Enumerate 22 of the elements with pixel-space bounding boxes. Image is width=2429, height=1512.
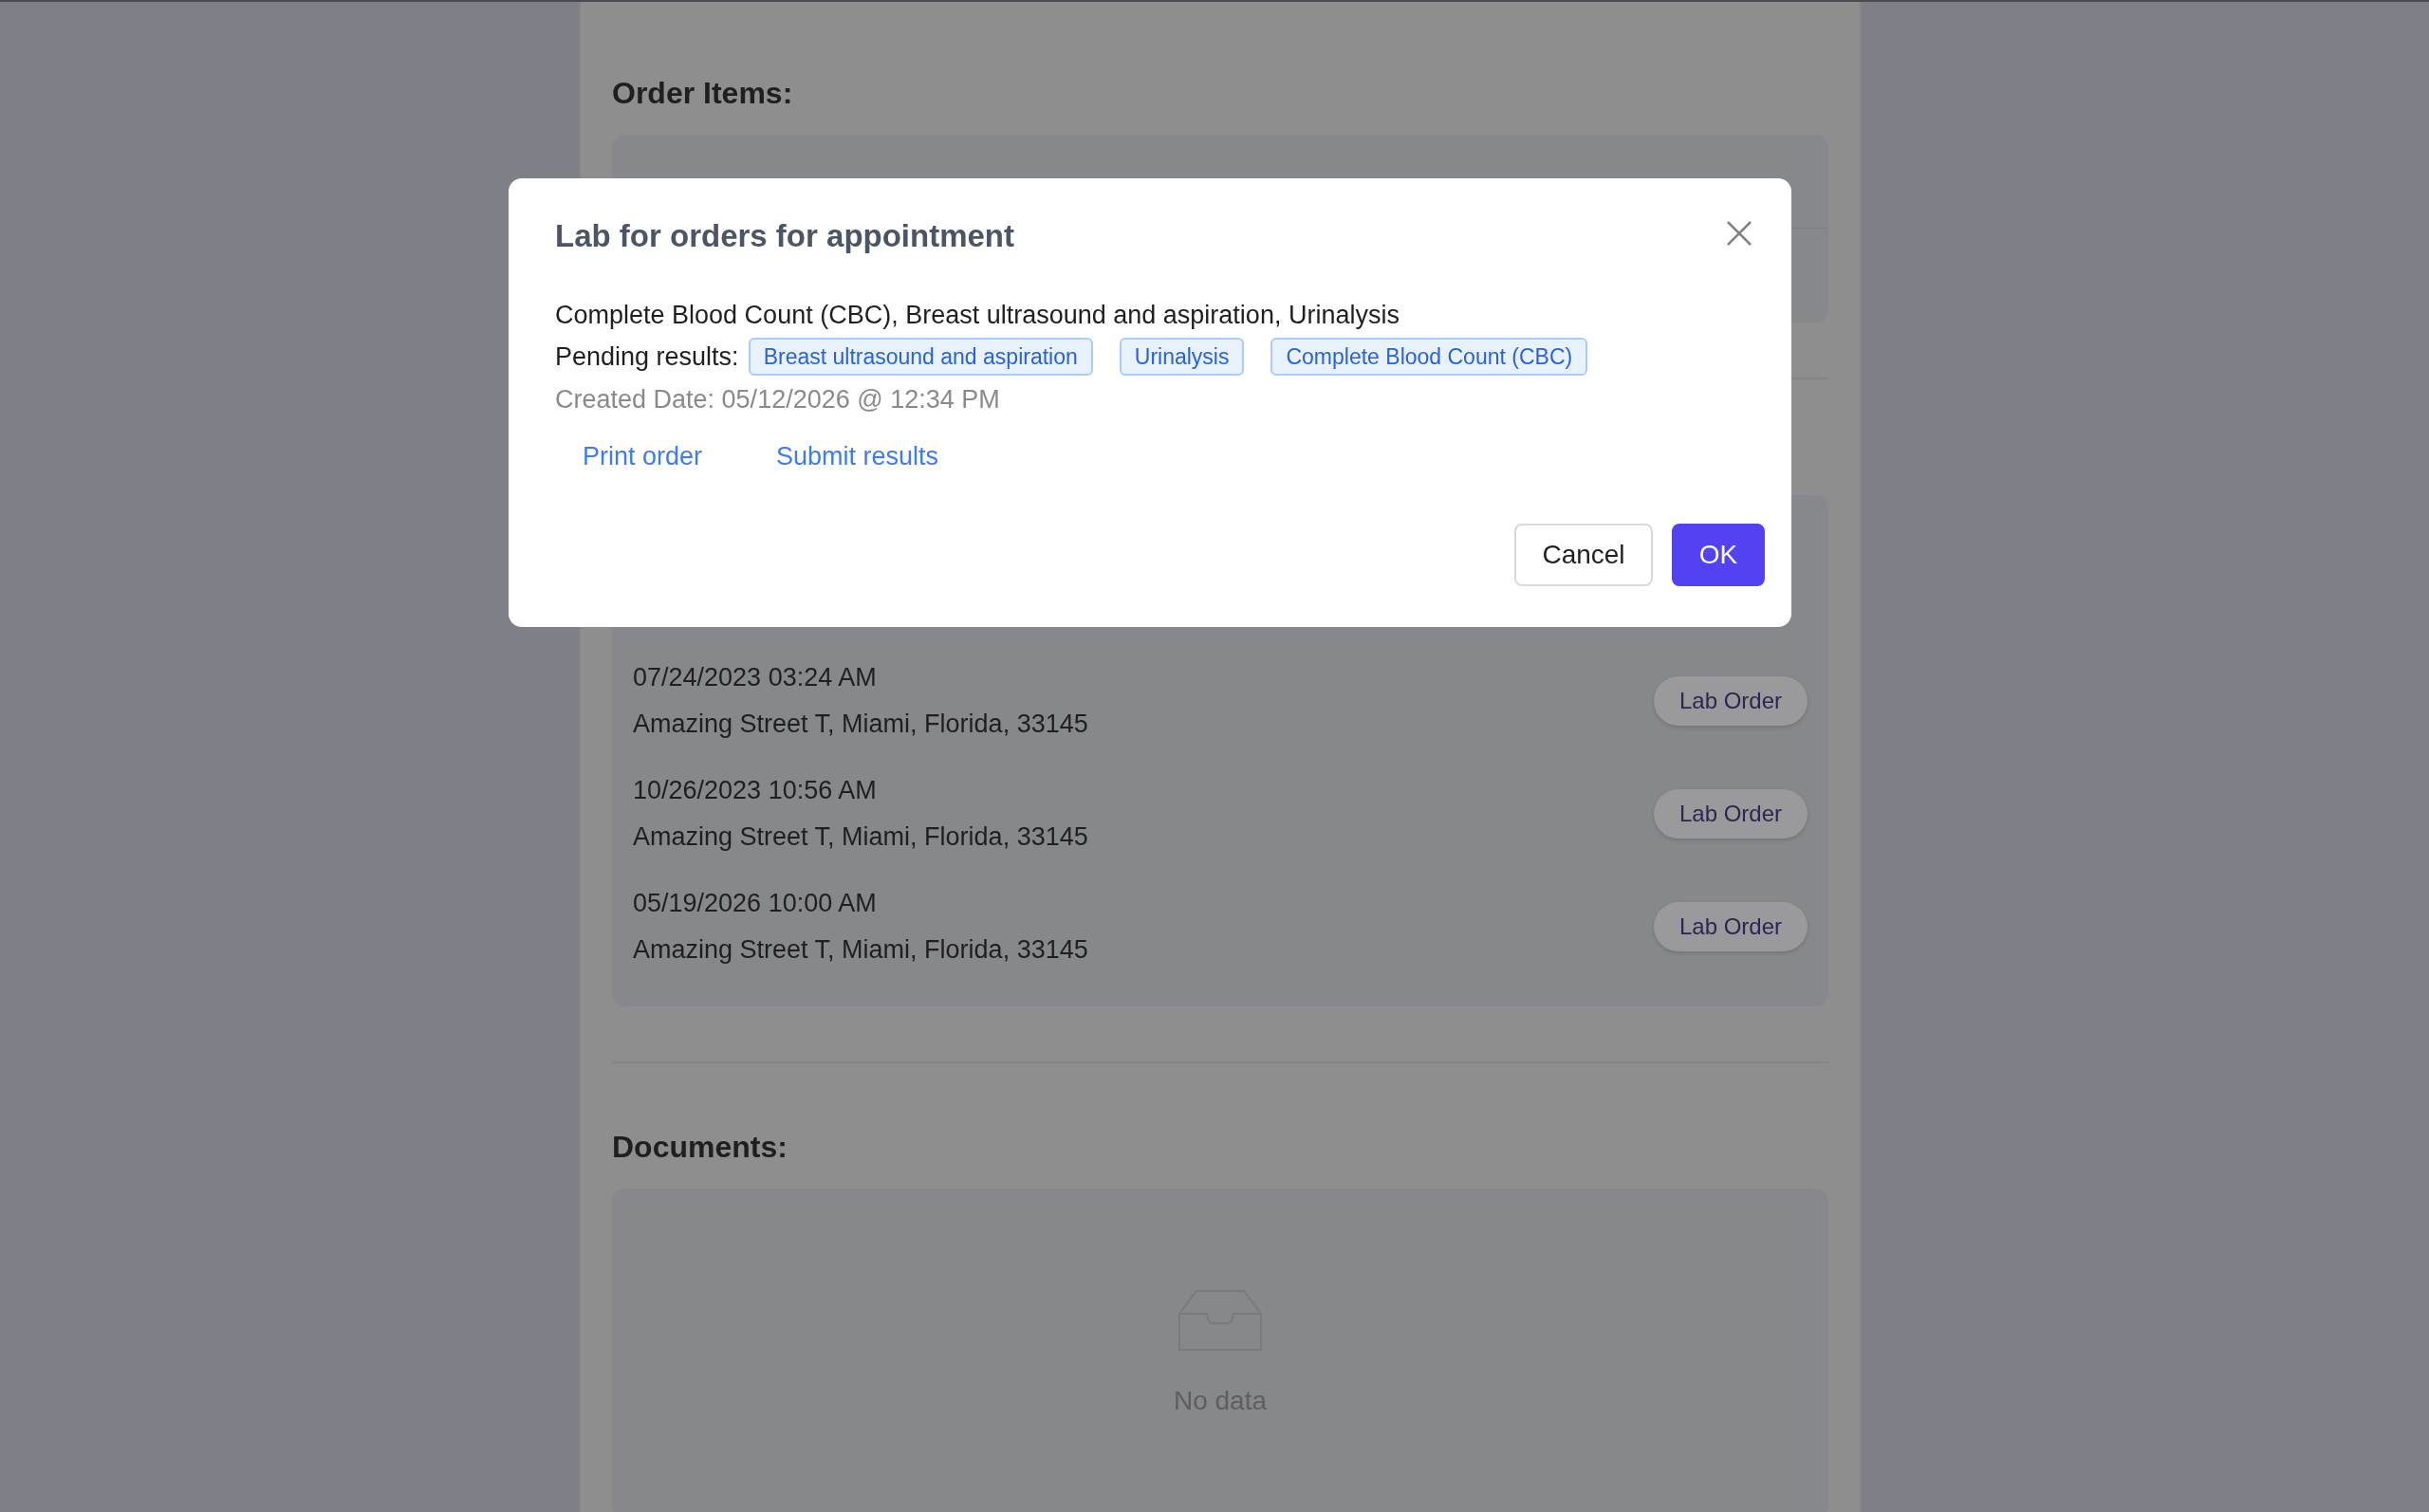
lab-order-button[interactable]: Lab Order xyxy=(1653,675,1808,726)
lab-order-button[interactable]: Lab Order xyxy=(1653,901,1808,951)
appointment-date: 05/19/2026 10:00 AM xyxy=(633,888,878,919)
action-link[interactable]: Print order xyxy=(583,437,703,476)
appointment-date: 07/24/2023 03:24 AM xyxy=(633,662,878,693)
pending-result-tag: Breast ultrasound and aspiration xyxy=(748,338,1093,377)
pending-results-label: Pending results: xyxy=(555,341,739,373)
created-date: Created Date: 05/12/2026 @ 12:34 PM xyxy=(555,383,1001,415)
ordered-tests-text: Complete Blood Count (CBC), Breast ultrasound and aspiration, Urinalysis xyxy=(555,299,1400,331)
lab-order-button[interactable]: Lab Order xyxy=(1653,788,1808,839)
section-heading: Order Items: xyxy=(612,75,794,112)
ok-button[interactable]: OK xyxy=(1672,523,1765,586)
appointment-address: Amazing Street T, Miami, Florida, 33145 xyxy=(633,821,1088,853)
action-link[interactable]: Submit results xyxy=(776,437,939,476)
appointment-address: Amazing Street T, Miami, Florida, 33145 xyxy=(633,708,1088,740)
dialog-title: Lab for orders for appointment xyxy=(555,217,1014,255)
appointment-address: Amazing Street T, Miami, Florida, 33145 xyxy=(633,933,1088,966)
appointment-date: 10/26/2023 10:56 AM xyxy=(633,775,878,806)
pending-result-tag: Urinalysis xyxy=(1119,338,1245,377)
pending-result-tag: Complete Blood Count (CBC) xyxy=(1270,338,1588,377)
section-heading: Documents: xyxy=(612,1129,788,1166)
cancel-button[interactable]: Cancel xyxy=(1514,523,1653,586)
